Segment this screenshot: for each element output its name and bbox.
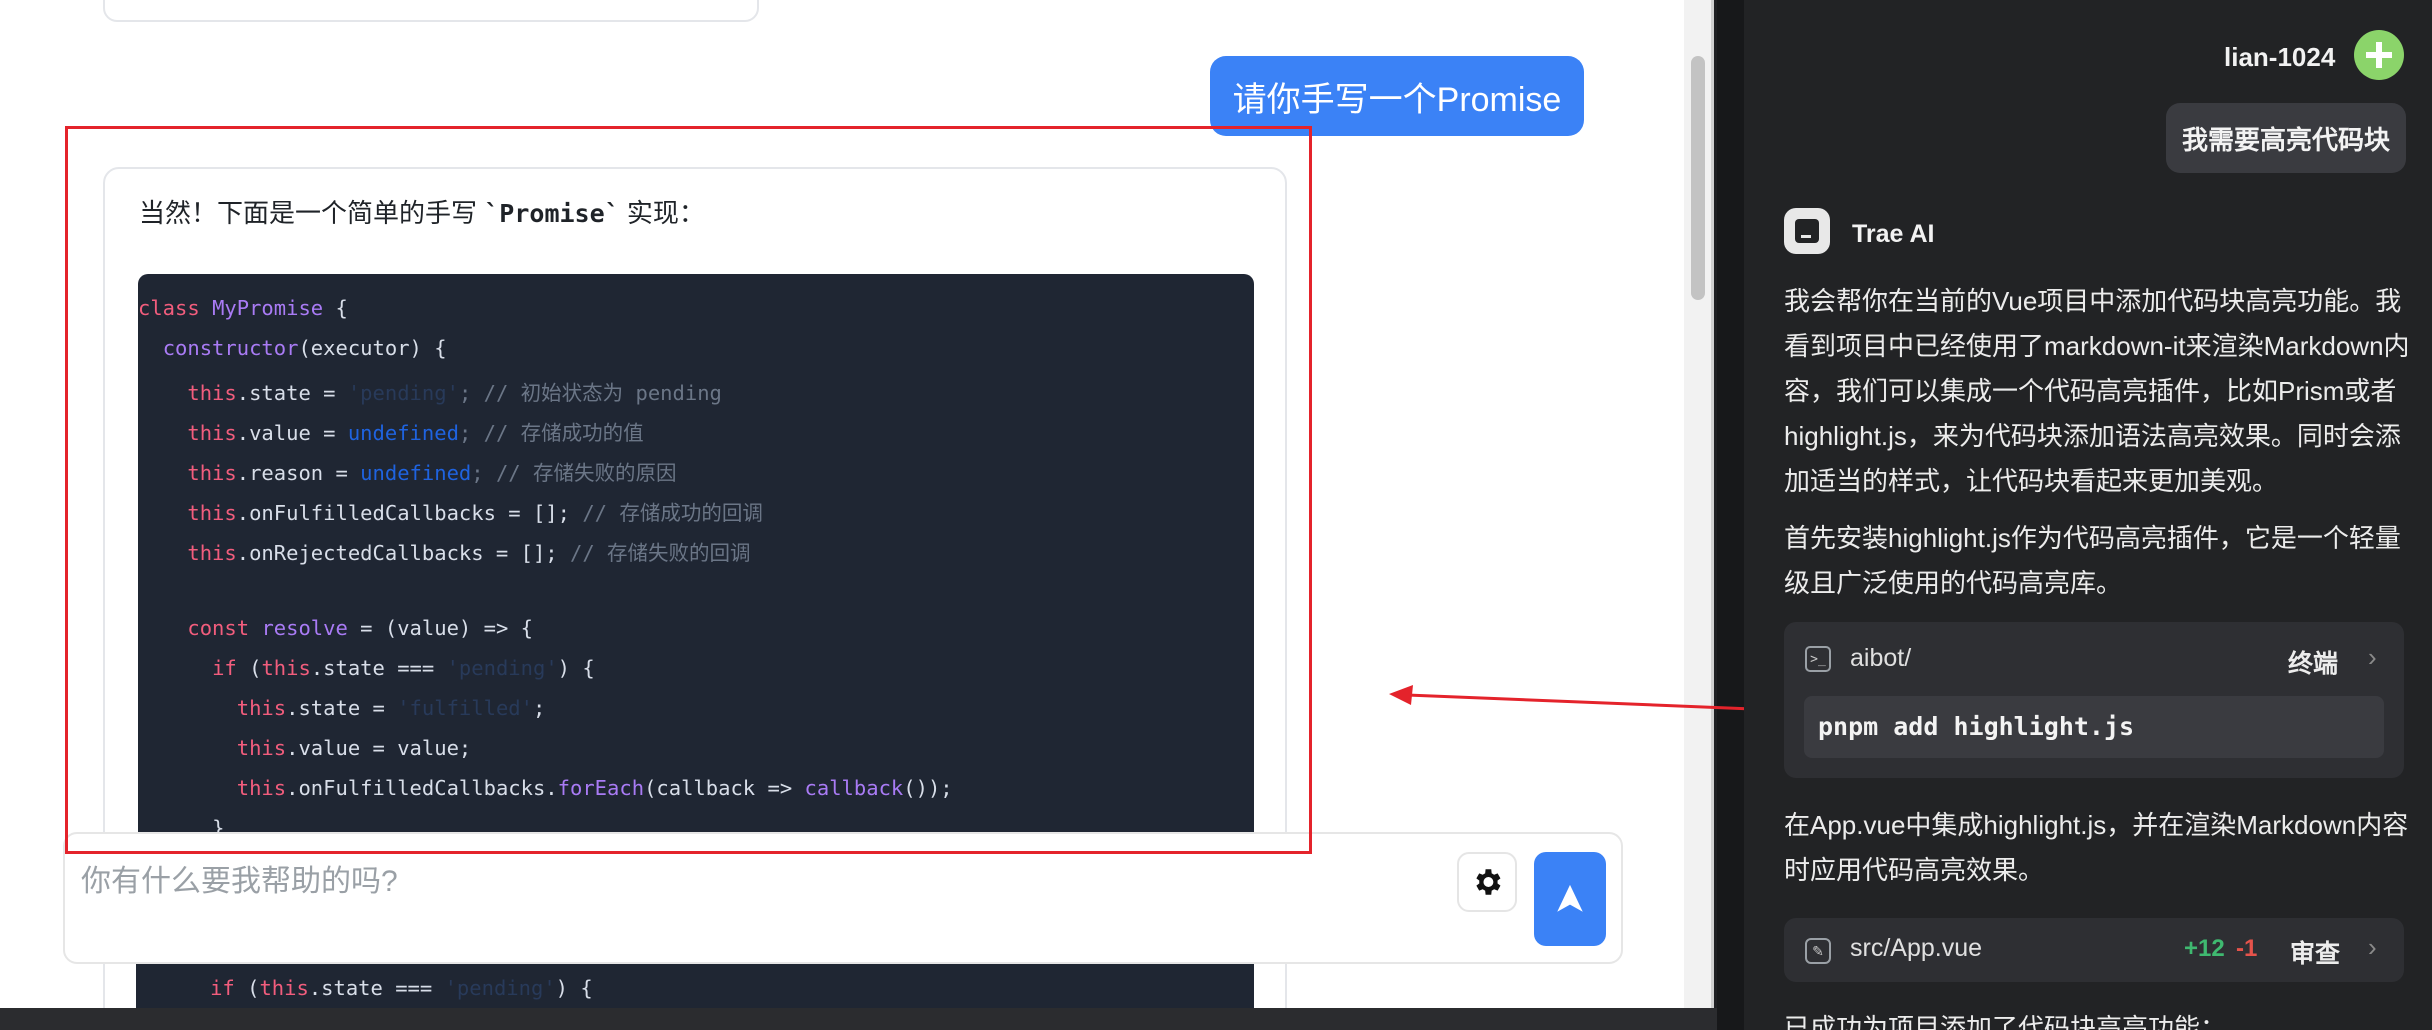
user-message-bubble: 请你手写一个Promise	[1210, 56, 1584, 136]
code-block-continued: if (this.state === 'pending') {	[136, 962, 1252, 1008]
chevron-right-icon[interactable]: ›	[2368, 642, 2377, 673]
assistant-paragraph: 首先安装highlight.js作为代码高亮插件，它是一个轻量级且广泛使用的代码…	[1784, 523, 2401, 598]
ai-assistant-panel: lian-1024 我需要高亮代码块 Trae AI 我会帮你在当前的Vue项目…	[1744, 0, 2432, 1030]
previous-message-card	[103, 0, 759, 22]
avatar[interactable]	[2354, 30, 2404, 80]
assistant-paragraph: 我会帮你在当前的Vue项目中添加代码块高亮功能。我看到项目中已经使用了markd…	[1784, 286, 2410, 496]
terminal-icon: >_	[1805, 646, 1831, 672]
ai-name: Trae AI	[1852, 220, 1935, 248]
annotation-arrow	[1389, 685, 1778, 712]
code-line: if (this.state === 'pending') {	[210, 976, 593, 1000]
send-button[interactable]	[1534, 852, 1606, 946]
chat-input-placeholder[interactable]: 你有什么要我帮助的吗?	[81, 856, 398, 900]
username: lian-1024	[2224, 42, 2336, 72]
terminal-command: pnpm add highlight.js	[1804, 696, 2384, 758]
terminal-path: aibot/	[1850, 644, 1912, 672]
review-button[interactable]: 审查	[2290, 934, 2340, 970]
scrollbar-thumb[interactable]	[1691, 56, 1705, 300]
vertical-scrollbar[interactable]	[1684, 0, 1711, 1008]
annotation-highlight-box	[65, 126, 1312, 854]
avatar-icon	[2366, 42, 2392, 68]
gear-icon	[1476, 869, 1501, 895]
settings-button[interactable]	[1457, 852, 1517, 912]
chevron-right-icon[interactable]: ›	[2368, 932, 2377, 963]
send-arrow-icon	[1557, 884, 1583, 912]
edit-file-icon: ✎	[1805, 938, 1831, 964]
assistant-paragraph: 在App.vue中集成highlight.js，并在渲染Markdown内容时应…	[1784, 810, 2409, 885]
bottom-strip	[0, 1008, 1720, 1030]
file-path: src/App.vue	[1850, 934, 1983, 962]
file-change-card[interactable]: ✎ src/App.vue +12 -1 审查 ›	[1784, 918, 2404, 982]
terminal-command-card[interactable]: >_ aibot/ 终端 › pnpm add highlight.js	[1784, 622, 2404, 778]
additions-count: +12	[2184, 935, 2225, 962]
panel-divider[interactable]	[1717, 0, 1744, 1030]
user-message-bubble: 我需要高亮代码块	[2166, 103, 2406, 173]
trae-logo-icon	[1784, 208, 1830, 254]
chat-panel: 请你手写一个Promise 当然！下面是一个简单的手写 `Promise` 实现…	[0, 0, 1714, 1008]
deletions-count: -1	[2236, 935, 2258, 962]
terminal-open-button[interactable]: 终端	[2288, 644, 2338, 680]
assistant-paragraph: 已成功为项目添加了代码块高亮功能：	[1784, 1013, 2227, 1030]
